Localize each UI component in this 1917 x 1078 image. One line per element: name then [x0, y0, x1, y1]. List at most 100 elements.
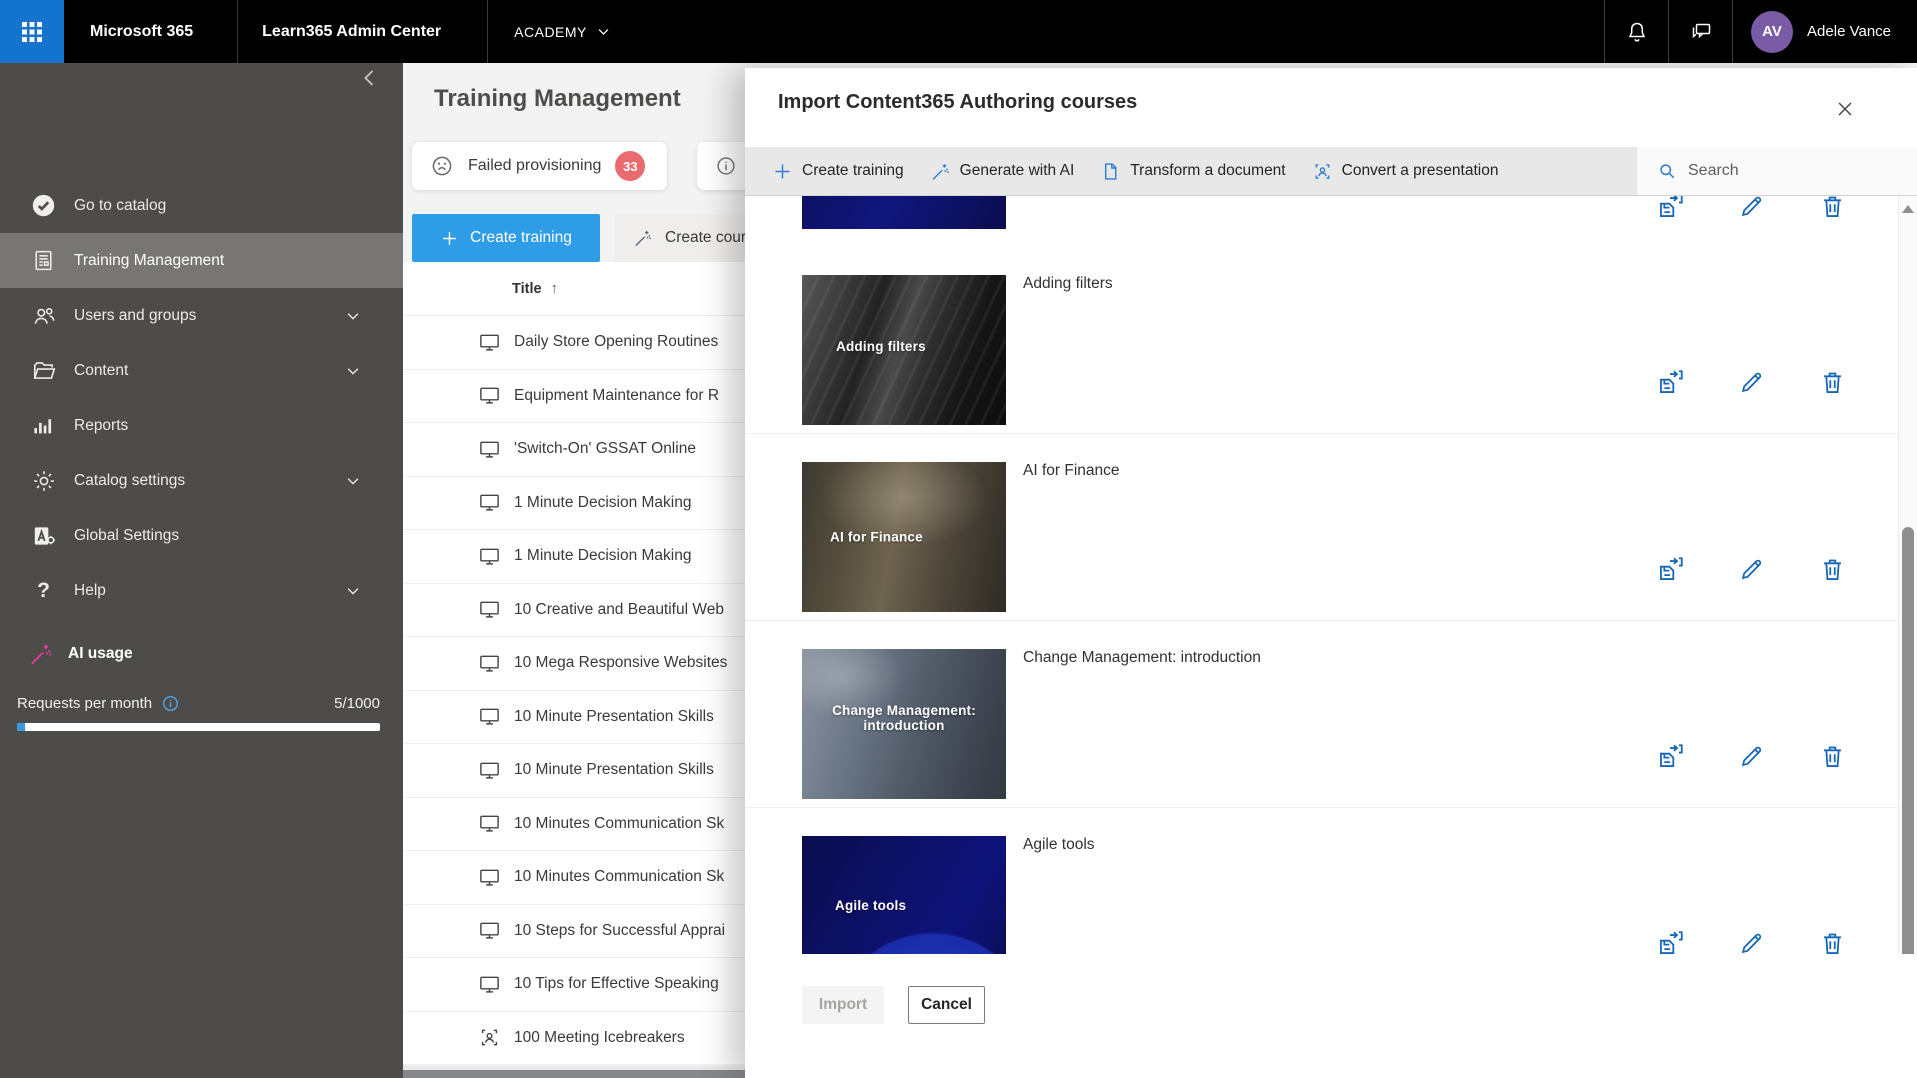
- sidebar-ai-usage[interactable]: AI usage: [28, 637, 133, 671]
- sidebar-item-training-management[interactable]: Training Management: [0, 233, 403, 288]
- import-course-button[interactable]: [1657, 196, 1684, 223]
- search-box[interactable]: [1637, 147, 1917, 195]
- training-title: 10 Steps for Successful Apprai: [514, 921, 726, 939]
- sidebar-item-global-settings[interactable]: Global Settings: [0, 508, 403, 563]
- panel-scrollbar[interactable]: [1898, 196, 1917, 1022]
- chevron-down-icon: [344, 307, 362, 325]
- person-frame-icon: [1312, 161, 1333, 182]
- pencil-icon: [1738, 930, 1765, 957]
- course-row-ai-for-finance[interactable]: AI for Finance AI for Finance: [745, 434, 1898, 621]
- pencil-icon: [1738, 369, 1765, 396]
- sidebar-item-reports[interactable]: Reports: [0, 398, 403, 453]
- training-title: 10 Minutes Communication Sk: [514, 868, 725, 886]
- create-training-label: Create training: [470, 229, 572, 246]
- ai-progress-fill: [17, 723, 25, 731]
- course-list: Adding filters Adding filters AI for Finan…: [745, 196, 1898, 1022]
- save-import-icon: [1657, 743, 1684, 770]
- thumbnail-caption: Agile tools: [835, 898, 907, 913]
- import-panel: Import Content365 Authoring courses Crea…: [745, 68, 1917, 1078]
- waffle-icon: [20, 20, 44, 44]
- close-panel-button[interactable]: [1831, 96, 1859, 124]
- trash-icon: [1819, 743, 1846, 770]
- create-training-button[interactable]: Create training: [412, 214, 600, 262]
- import-course-button[interactable]: [1657, 556, 1684, 586]
- edit-course-button[interactable]: [1738, 369, 1765, 399]
- toolbar-generate-with-ai-button[interactable]: Generate with AI: [917, 147, 1088, 195]
- monitor-icon: [478, 545, 501, 568]
- edit-course-button[interactable]: [1738, 556, 1765, 586]
- monitor-icon: [478, 652, 501, 675]
- training-management-icon: [30, 247, 57, 274]
- sidebar-item-go-to-catalog[interactable]: Go to catalog: [0, 178, 403, 233]
- sort-ascending-icon: ↑: [550, 280, 559, 297]
- global-settings-icon: [30, 522, 57, 549]
- delete-course-button[interactable]: [1819, 196, 1846, 223]
- toolbar-item-label: Transform a document: [1130, 162, 1286, 179]
- monitor-icon: [478, 866, 501, 889]
- import-button[interactable]: Import: [802, 986, 884, 1024]
- course-thumbnail: [802, 196, 1006, 229]
- toolbar-create-training-button[interactable]: Create training: [759, 147, 917, 195]
- notifications-button[interactable]: [1605, 0, 1668, 63]
- feedback-button[interactable]: [1669, 0, 1732, 63]
- course-title: Agile tools: [1023, 836, 1095, 853]
- row-actions: [1657, 369, 1846, 399]
- monitor-icon: [478, 331, 501, 354]
- toolbar-convert-a-presentation-button[interactable]: Convert a presentation: [1299, 147, 1512, 195]
- sidebar-item-catalog-settings[interactable]: Catalog settings: [0, 453, 403, 508]
- sidebar-item-label: Go to catalog: [74, 196, 167, 214]
- sidebar-collapse-button[interactable]: [355, 63, 385, 93]
- search-icon: [1657, 161, 1677, 181]
- sidebar-item-help[interactable]: ? Help: [0, 563, 403, 618]
- plus-icon: [440, 229, 459, 248]
- chevron-left-icon: [358, 66, 382, 90]
- requests-row: Requests per month 5/1000: [17, 690, 380, 716]
- delete-course-button[interactable]: [1819, 369, 1846, 399]
- sidebar-item-content[interactable]: Content: [0, 343, 403, 398]
- edit-course-button[interactable]: [1738, 743, 1765, 773]
- course-row-adding-filters[interactable]: Adding filters Adding filters: [745, 247, 1898, 434]
- course-title: AI for Finance: [1023, 462, 1120, 479]
- course-row-partial[interactable]: [745, 196, 1898, 247]
- row-actions: [1657, 743, 1846, 773]
- pencil-icon: [1738, 196, 1765, 220]
- delete-course-button[interactable]: [1819, 556, 1846, 586]
- scroll-up-icon[interactable]: [1902, 205, 1914, 213]
- sidebar-item-label: Training Management: [74, 251, 225, 269]
- monitor-icon: [478, 438, 501, 461]
- search-input[interactable]: [1688, 162, 1888, 180]
- info-icon[interactable]: [161, 694, 180, 713]
- chat-icon: [1689, 20, 1713, 44]
- screen: Microsoft 365 Learn365 Admin Center ACAD…: [0, 0, 1917, 1078]
- avatar[interactable]: AV: [1751, 10, 1794, 53]
- wand-icon: [930, 161, 951, 182]
- app-title[interactable]: Learn365 Admin Center: [238, 23, 487, 41]
- import-course-button[interactable]: [1657, 743, 1684, 773]
- edit-course-button[interactable]: [1738, 196, 1765, 223]
- trash-icon: [1819, 930, 1846, 957]
- delete-course-button[interactable]: [1819, 743, 1846, 773]
- trash-icon: [1819, 369, 1846, 396]
- training-title: 10 Minutes Communication Sk: [514, 814, 725, 832]
- import-course-button[interactable]: [1657, 369, 1684, 399]
- cancel-button[interactable]: Cancel: [908, 986, 985, 1024]
- save-import-icon: [1657, 196, 1684, 220]
- sidebar: Go to catalog Training Management Users an…: [0, 63, 403, 1078]
- tenant-selector[interactable]: ACADEMY: [488, 24, 621, 40]
- scrollbar-thumb[interactable]: [1902, 527, 1914, 990]
- failed-provisioning-label: Failed provisioning: [468, 157, 602, 174]
- sidebar-item-label: Content: [74, 361, 129, 379]
- sidebar-item-users-and-groups[interactable]: Users and groups: [0, 288, 403, 343]
- user-name[interactable]: Adele Vance: [1807, 23, 1891, 40]
- app-launcher-button[interactable]: [0, 0, 64, 63]
- toolbar-transform-a-document-button[interactable]: Transform a document: [1087, 147, 1298, 195]
- chevron-down-icon: [344, 472, 362, 490]
- person-frame-icon: [478, 1026, 501, 1049]
- info-icon: [715, 155, 737, 177]
- course-thumbnail: Adding filters: [802, 275, 1006, 425]
- topbar-divider: [1732, 0, 1734, 63]
- course-row-change-management-introduction[interactable]: Change Management: introduction Change Ma…: [745, 621, 1898, 808]
- training-title: 'Switch-On' GSSAT Online: [514, 440, 696, 458]
- failed-provisioning-card[interactable]: Failed provisioning 33: [412, 142, 667, 190]
- product-name[interactable]: Microsoft 365: [64, 23, 237, 41]
